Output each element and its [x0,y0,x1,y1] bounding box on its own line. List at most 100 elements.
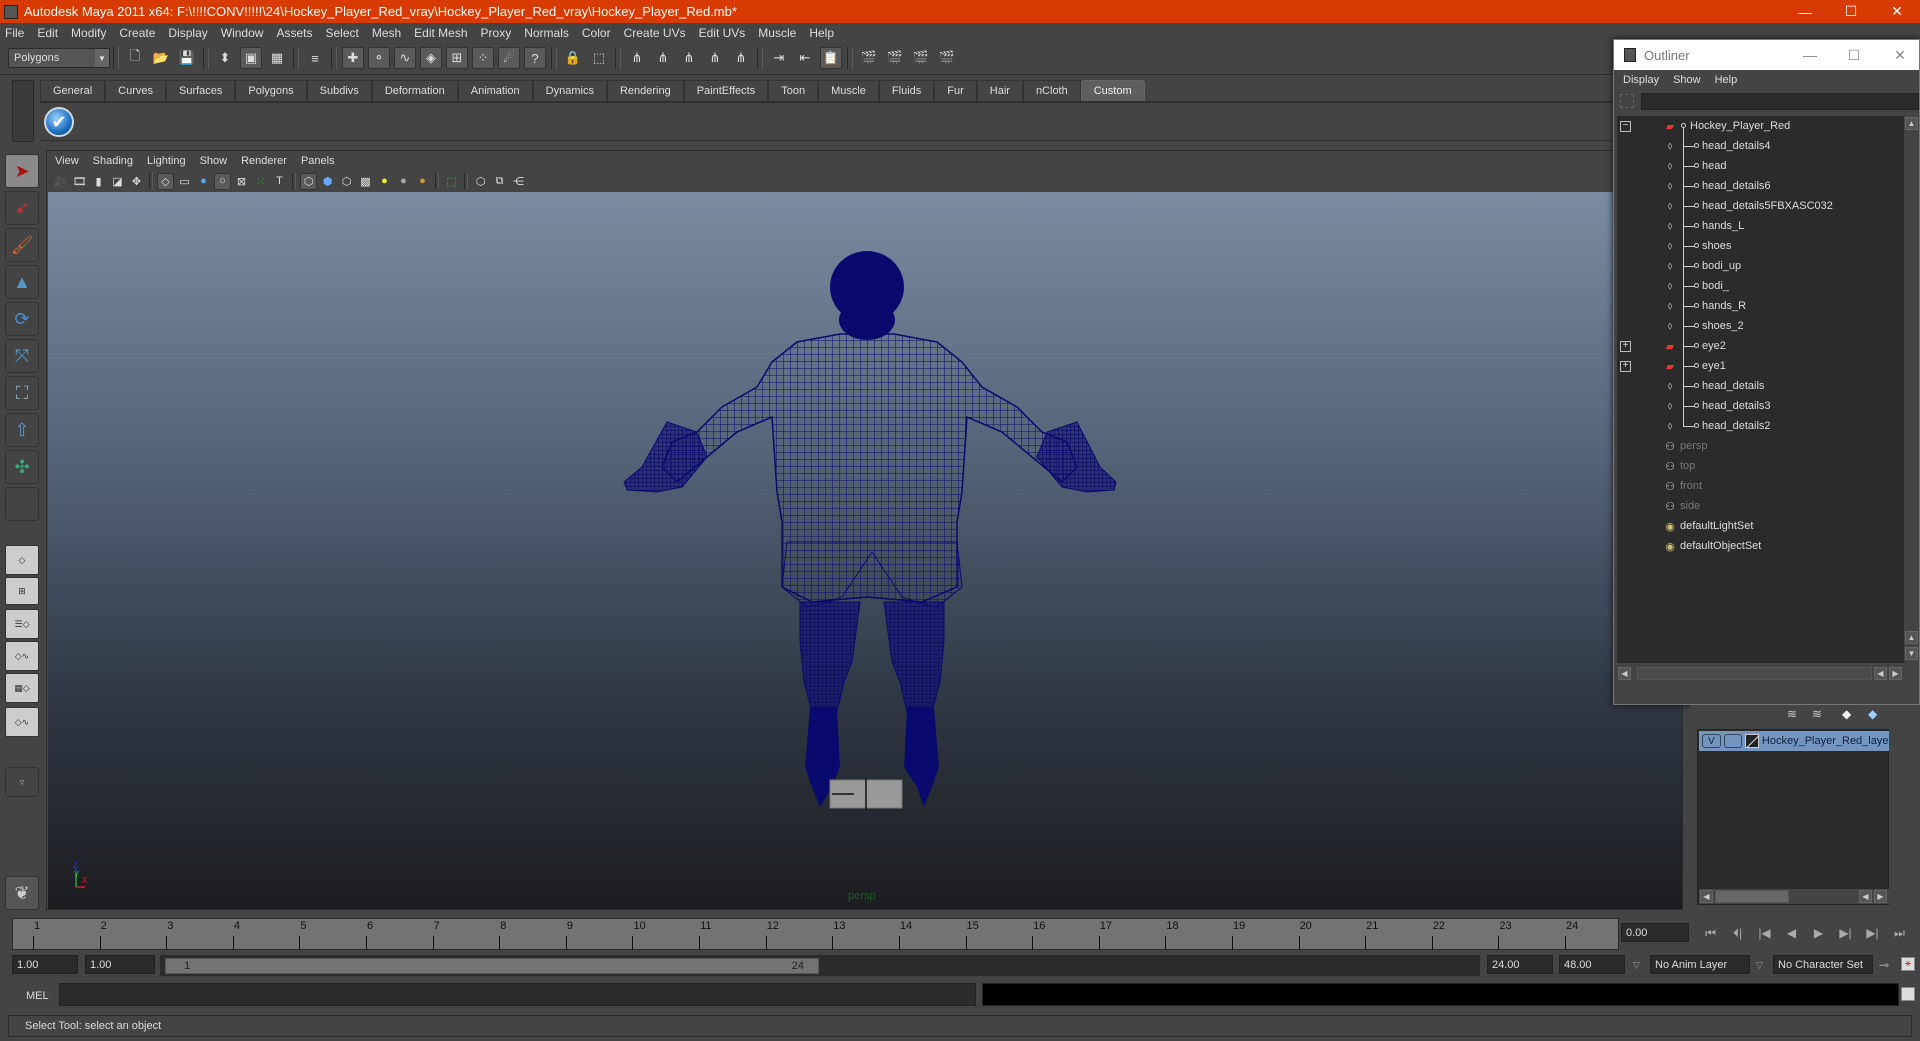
soft-modification-icon[interactable]: ⇧ [5,413,39,447]
outliner-menu-help[interactable]: Help [1715,74,1738,86]
go-to-start-button[interactable]: ⏮ [1697,923,1724,943]
outliner-item[interactable]: ⬨ head_details [1617,376,1904,396]
ipr-render-icon[interactable]: 🎬 [910,47,932,69]
outliner-item[interactable]: ⬨ bodi_up [1617,256,1904,276]
outliner-item[interactable]: ⬨ head_details3 [1617,396,1904,416]
outliner-item[interactable]: ⬨ hands_R [1617,296,1904,316]
menu-edit-mesh[interactable]: Edit Mesh [414,26,467,40]
wireframe-icon[interactable]: ⬡ [300,172,317,190]
menu-edit[interactable]: Edit [37,26,58,40]
panel-menu-panels[interactable]: Panels [301,155,335,167]
input-ops-icon[interactable]: ⇥ [768,47,790,69]
render-settings-icon[interactable]: 🎬 [936,47,958,69]
safe-title-icon[interactable]: T [271,173,288,190]
menu-file[interactable]: File [5,26,24,40]
outliner-close-button[interactable]: ✕ [1880,40,1920,70]
outliner-item[interactable]: ⬨ head_details2 [1617,416,1904,436]
scroll-right-button[interactable]: ▶ [1889,667,1902,680]
panel-menu-lighting[interactable]: Lighting [147,155,186,167]
universal-manipulator-icon[interactable]: ⛶ [5,376,39,410]
save-scene-icon[interactable]: 💾 [176,47,198,69]
scroll-right-button[interactable]: ▶ [1874,890,1887,903]
scroll-left-button[interactable]: ◀ [1874,667,1887,680]
anim-layer-dropdown[interactable]: No Anim Layer [1650,955,1750,974]
four-view-layout-icon[interactable]: ⊞ [5,577,39,605]
shelf-tab-general[interactable]: General [40,80,106,101]
open-scene-icon[interactable]: 📂 [150,47,172,69]
menu-help[interactable]: Help [809,26,834,40]
menu-create-uvs[interactable]: Create UVs [624,26,686,40]
outliner-title-bar[interactable]: Outliner — ☐ ✕ [1614,40,1919,70]
bookmarks-icon[interactable]: ▮ [90,173,107,190]
textured-icon[interactable]: ▩ [357,173,374,190]
expand-icon[interactable]: + [1620,360,1631,372]
menu-edit-uvs[interactable]: Edit UVs [699,26,746,40]
shelf-tab-painteffects[interactable]: PaintEffects [683,80,769,101]
shelf-tab-ncloth[interactable]: nCloth [1022,80,1081,101]
panel-menu-view[interactable]: View [55,155,79,167]
use-all-lights-icon[interactable]: ● [376,173,393,190]
last-tool-slot-icon[interactable] [5,487,39,521]
step-back-key-button[interactable]: |◀ [1751,923,1778,943]
play-forwards-button[interactable]: ▶ [1805,923,1832,943]
outliner-item[interactable]: ⚇ front [1617,476,1904,496]
select-by-component-type-icon[interactable]: ▦ [266,47,288,69]
move-layer-up-icon[interactable]: ≋ [1787,707,1797,721]
step-back-frame-button[interactable]: ⏴| [1724,923,1751,943]
two-d-pan-zoom-icon[interactable]: ✥ [128,173,145,190]
shelf-tab-dynamics[interactable]: Dynamics [532,80,607,101]
filter-toggle-icon[interactable] [1620,94,1634,108]
make-live-icon[interactable]: ⋔ [730,47,752,69]
lasso-tool-icon[interactable]: ➶ [5,191,39,225]
shelf-tab-animation[interactable]: Animation [457,80,533,101]
snap-to-points-icon[interactable]: ⋔ [678,47,700,69]
snap-to-curves-icon[interactable]: ⋔ [652,47,674,69]
outliner-item[interactable]: ⚇ top [1617,456,1904,476]
select-deformations-icon[interactable]: ⊞ [446,47,468,69]
rotate-tool-icon[interactable]: ⟳ [5,302,39,336]
high-quality-icon[interactable]: ● [414,173,431,190]
shelf-tab-fluids[interactable]: Fluids [878,80,935,101]
menu-window[interactable]: Window [221,26,264,40]
image-plane-icon[interactable]: ◪ [109,173,126,190]
safe-action-icon[interactable]: ⁙ [252,173,269,190]
outliner-vertical-scrollbar[interactable]: ▲ ▲ ▼ [1904,116,1919,663]
lock-selection-icon[interactable]: 🔒 [562,47,584,69]
scroll-up-button[interactable]: ▲ [1905,631,1918,644]
gate-mask-icon[interactable]: ○ [214,172,231,190]
character-set-dropdown-arrow[interactable]: ▽ [1756,960,1763,971]
outliner-item[interactable]: ⬨ head [1617,156,1904,176]
go-to-end-button[interactable]: ⏭ [1886,923,1913,943]
collapse-icon[interactable]: − [1620,120,1631,132]
snap-to-view-planes-icon[interactable]: ⋔ [704,47,726,69]
auto-key-icon[interactable]: ⊸ [1879,958,1889,972]
time-slider[interactable]: 1 2 3 4 5 6 7 8 9 10 11 12 13 14 15 16 17 18 19 20 21 22 23 24 [12,918,1619,950]
output-ops-icon[interactable]: ⇤ [794,47,816,69]
shelf-tab-custom[interactable]: Custom [1080,80,1145,101]
new-scene-icon[interactable]: 🗋 [124,47,146,69]
perspective-graph-layout-icon[interactable]: ◇∿ [5,641,39,671]
scroll-left-button[interactable]: ◀ [1700,890,1713,903]
scroll-left-button[interactable]: ◀ [1859,890,1872,903]
animation-preferences-icon[interactable]: ⚹ [1901,957,1915,971]
menu-display[interactable]: Display [168,26,207,40]
outliner-item[interactable]: ◉ defaultObjectSet [1617,536,1904,556]
xray-icon[interactable]: ⬡ [472,173,489,190]
select-tool-icon[interactable]: ➤ [5,154,39,188]
paint-select-tool-icon[interactable]: 🖌 [5,228,39,262]
layer-display-type-toggle[interactable] [1723,734,1743,748]
outliner-item[interactable]: + ▰ eye1 [1617,356,1904,376]
film-gate-icon[interactable]: ▭ [176,173,193,190]
hypershade-perspective-layout-icon[interactable]: ▦◇ [5,673,39,703]
scrollbar-thumb[interactable] [1715,890,1789,903]
shelf-tab-deformation[interactable]: Deformation [371,80,458,101]
hockey-player-wireframe[interactable] [622,242,1122,852]
perspective-view[interactable]: Z Y X persp [48,192,1682,909]
shelf-tab-polygons[interactable]: Polygons [235,80,307,101]
outliner-item[interactable]: ⬨ head_details5FBXASC032 [1617,196,1904,216]
outliner-item[interactable]: ⬨ shoes_2 [1617,316,1904,336]
layer-row[interactable]: V Hockey_Player_Red_layer [1699,731,1889,751]
playback-start-field[interactable]: 1.00 [85,955,155,974]
shelf-tab-muscle[interactable]: Muscle [818,80,879,101]
current-frame-field[interactable]: 0.00 [1621,923,1689,942]
